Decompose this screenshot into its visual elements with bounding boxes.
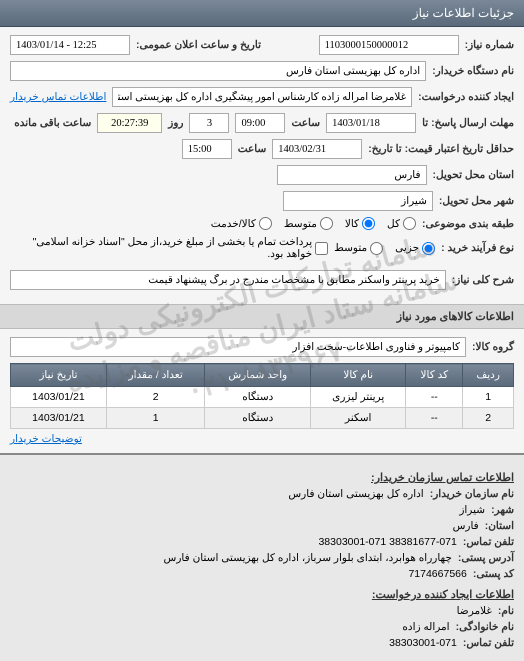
name-label: نام: bbox=[498, 605, 514, 617]
phone2-label: تلفن تماس: bbox=[463, 637, 514, 649]
purchase-type-label: نوع فرآیند خرید : bbox=[441, 242, 514, 254]
days-left-unit: روز bbox=[168, 117, 183, 129]
public-date-label: تاریخ و ساعت اعلان عمومی: bbox=[136, 39, 261, 51]
topic-category-label: طبقه بندی موضوعی: bbox=[422, 218, 514, 230]
th-date: تاریخ نیاز bbox=[11, 364, 107, 387]
table-row[interactable]: 1 -- پرینتر لیزری دستگاه 2 1403/01/21 bbox=[11, 387, 514, 408]
postal-value: 7174667566 bbox=[408, 568, 466, 580]
buyer-org-label: نام دستگاه خریدار: bbox=[432, 65, 514, 77]
radio-goods[interactable]: کالا bbox=[345, 217, 375, 230]
response-time-input[interactable] bbox=[235, 113, 285, 133]
province-value: فارس bbox=[453, 520, 479, 532]
requester-input[interactable] bbox=[112, 87, 412, 107]
city-value: شیراز bbox=[459, 504, 485, 516]
need-summary-label: شرح کلی نیاز: bbox=[452, 274, 514, 286]
response-deadline-label: مهلت ارسال پاسخ: تا bbox=[422, 117, 514, 129]
address-value: چهارراه هوابرد، ابتدای بلوار سرباز، ادار… bbox=[164, 552, 452, 564]
radio-all[interactable]: کل bbox=[387, 217, 416, 230]
goods-section: گروه کالا: ردیف کد کالا نام کالا واحد شم… bbox=[0, 329, 524, 453]
goods-group-input[interactable] bbox=[10, 337, 466, 357]
time-left-input bbox=[97, 113, 162, 133]
treasury-check[interactable]: پرداخت تمام یا بخشی از مبلغ خرید،از محل … bbox=[10, 236, 328, 260]
radio-medium[interactable]: متوسط bbox=[284, 217, 333, 230]
name-value: غلامرضا bbox=[457, 605, 492, 617]
family-value: امراله زاده bbox=[402, 621, 449, 633]
days-left-input bbox=[189, 113, 229, 133]
panel-header: جزئیات اطلاعات نیاز bbox=[0, 0, 524, 27]
requester-label: ایجاد کننده درخواست: bbox=[418, 91, 514, 103]
requester-title: اطلاعات ایجاد کننده درخواست: bbox=[10, 588, 514, 601]
response-time-label: ساعت bbox=[291, 117, 320, 129]
city-label: شهر: bbox=[491, 504, 514, 516]
form-section: شماره نیاز: تاریخ و ساعت اعلان عمومی: نا… bbox=[0, 27, 524, 304]
th-code: کد کالا bbox=[406, 364, 463, 387]
contact-title: اطلاعات تماس سازمان خریدار: bbox=[10, 471, 514, 484]
purchase-type-radios: جزیی متوسط bbox=[334, 242, 435, 255]
goods-table: ردیف کد کالا نام کالا واحد شمارش تعداد /… bbox=[10, 363, 514, 429]
org-label: نام سازمان خریدار: bbox=[430, 488, 514, 500]
goods-group-label: گروه کالا: bbox=[472, 341, 514, 353]
phone2-value: 38303001-071 bbox=[389, 637, 457, 649]
goods-section-title: اطلاعات کالاهای مورد نیاز bbox=[0, 304, 524, 329]
radio-goods-service[interactable]: کالا/خدمت bbox=[211, 217, 272, 230]
delivery-province-input[interactable] bbox=[277, 165, 427, 185]
buyer-org-input[interactable] bbox=[10, 61, 426, 81]
th-unit: واحد شمارش bbox=[205, 364, 311, 387]
address-label: آدرس پستی: bbox=[458, 552, 514, 564]
delivery-city-input[interactable] bbox=[283, 191, 433, 211]
topic-category-radios: کل کالا متوسط کالا/خدمت bbox=[211, 217, 416, 230]
public-date-input[interactable] bbox=[10, 35, 130, 55]
contact-details: اطلاعات تماس سازمان خریدار: نام سازمان خ… bbox=[0, 453, 524, 661]
th-qty: تعداد / مقدار bbox=[106, 364, 205, 387]
need-number-label: شماره نیاز: bbox=[465, 39, 514, 51]
province-label: استان: bbox=[485, 520, 514, 532]
th-row: ردیف bbox=[463, 364, 514, 387]
price-validity-time-label: ساعت bbox=[238, 143, 267, 155]
need-number-input[interactable] bbox=[319, 35, 459, 55]
radio-micro[interactable]: جزیی bbox=[395, 242, 435, 255]
table-row[interactable]: 2 -- اسکنر دستگاه 1 1403/01/21 bbox=[11, 408, 514, 429]
response-date-input[interactable] bbox=[326, 113, 416, 133]
delivery-city-label: شهر محل تحویل: bbox=[439, 195, 514, 207]
family-label: نام خانوادگی: bbox=[456, 621, 514, 633]
specs-link[interactable]: توضیحات خریدار bbox=[10, 433, 82, 445]
phone-label: تلفن تماس: bbox=[463, 536, 514, 548]
panel-title: جزئیات اطلاعات نیاز bbox=[413, 6, 514, 20]
price-validity-label: حداقل تاریخ اعتبار قیمت: تا تاریخ: bbox=[368, 143, 514, 155]
price-validity-date-input[interactable] bbox=[272, 139, 362, 159]
price-validity-time-input[interactable] bbox=[182, 139, 232, 159]
th-name: نام کالا bbox=[311, 364, 406, 387]
postal-label: کد پستی: bbox=[473, 568, 514, 580]
phone-value: 38381677-071 38303001-071 bbox=[318, 536, 456, 548]
time-left-unit: ساعت باقی مانده bbox=[14, 117, 91, 129]
need-summary-input[interactable] bbox=[10, 270, 446, 290]
org-value: اداره کل بهزیستی استان فارس bbox=[288, 488, 423, 500]
radio-medium2[interactable]: متوسط bbox=[334, 242, 383, 255]
buyer-contact-link[interactable]: اطلاعات تماس خریدار bbox=[10, 91, 106, 103]
delivery-province-label: استان محل تحویل: bbox=[433, 169, 514, 181]
